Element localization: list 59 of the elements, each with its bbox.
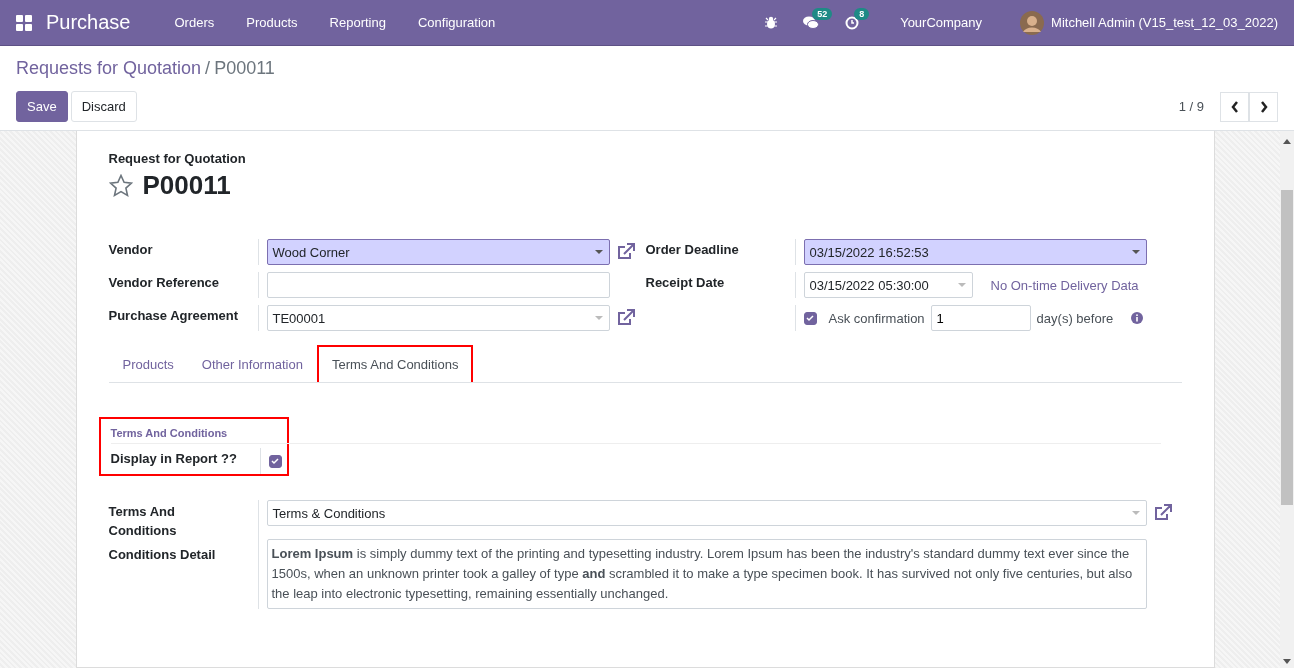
tab[interactable]: Other Information [187,346,317,382]
menu-item[interactable]: Reporting [313,15,402,30]
count-badge: 52 [812,7,833,20]
breadcrumb-current: P00011 [214,58,275,79]
external-link-icon[interactable] [615,308,636,328]
field-label: Terms And Conditions [108,503,178,540]
menu-item[interactable]: Orders [158,15,231,30]
dropdown-field[interactable]: Terms & Conditions [266,500,1147,526]
record-title: P00011 [142,170,231,201]
next-button[interactable] [1249,91,1278,122]
field-label: Display in Report ?? [110,448,261,474]
app-title[interactable]: Purchase [46,11,131,34]
chevron-left-icon [1230,100,1239,113]
save-button[interactable]: Save [16,91,68,122]
dropdown-field[interactable]: Wood Corner [266,239,610,265]
external-link-icon[interactable] [1152,503,1173,523]
dropdown-field[interactable]: TE00001 [266,305,610,331]
breadcrumb-link[interactable]: Requests for Quotation [16,58,202,79]
days-suffix: day(s) before [1036,310,1114,326]
apps-menu-icon[interactable] [16,14,32,31]
delivery-link[interactable]: No On-time Delivery Data [990,277,1139,293]
field-label: Order Deadline [645,239,796,265]
checkbox[interactable] [803,311,817,325]
text-area[interactable]: Lorem Ipsum is simply dummy text of the printing and typesetting industry. Lorem Ipsum has been the industry's standard dummy text ever since the 1500s, when an unknown printer took a galley of type and scrambled it to make a type specimen book. It has survived not only five centuries, but also the leap into electronic typesetting, remaining essentially unchanged. [266,539,1147,609]
bug-icon[interactable] [765,16,778,29]
days-field[interactable]: 1 [930,305,1031,331]
scrollbar-thumb[interactable] [1281,190,1293,505]
tab[interactable]: Products [108,346,188,382]
chat-icon[interactable] [803,15,820,30]
field-label: Conditions Detail [108,546,217,564]
menu-item[interactable]: Products [230,15,314,30]
discard-button[interactable]: Discard [70,91,137,122]
field-label: Vendor Reference [108,272,259,298]
input-field[interactable] [266,272,610,298]
clock-icon[interactable] [845,15,860,30]
field-label: Vendor [108,239,259,265]
field-label: Purchase Agreement [108,305,259,331]
count-badge: 8 [854,7,870,20]
form-subtitle: Request for Quotation [108,151,247,166]
breadcrumb-separator: / [205,58,211,79]
company-name[interactable]: YourCompany [900,15,983,30]
tab[interactable]: Terms And Conditions [316,345,474,382]
pager-counter: 1 / 9 [1178,99,1204,114]
check-icon [271,457,279,465]
external-link-icon[interactable] [615,242,636,262]
date-field[interactable]: 03/15/2022 05:30:00 [803,272,973,298]
checkbox-label: Ask confirmation [828,310,925,326]
info-icon[interactable] [1131,312,1144,324]
field-label: Receipt Date [645,272,796,298]
avatar-icon[interactable] [1020,10,1045,35]
previous-button[interactable] [1220,91,1249,122]
chevron-right-icon [1259,100,1268,113]
star-icon[interactable] [108,174,133,197]
section-title: Terms And Conditions [110,427,1161,444]
user-name[interactable]: Mitchell Admin (V15_test_12_03_2022) [1051,15,1278,30]
checkbox[interactable] [268,454,282,468]
menu-item[interactable]: Configuration [401,15,512,30]
check-icon [806,314,814,322]
date-field[interactable]: 03/15/2022 16:52:53 [803,239,1147,265]
